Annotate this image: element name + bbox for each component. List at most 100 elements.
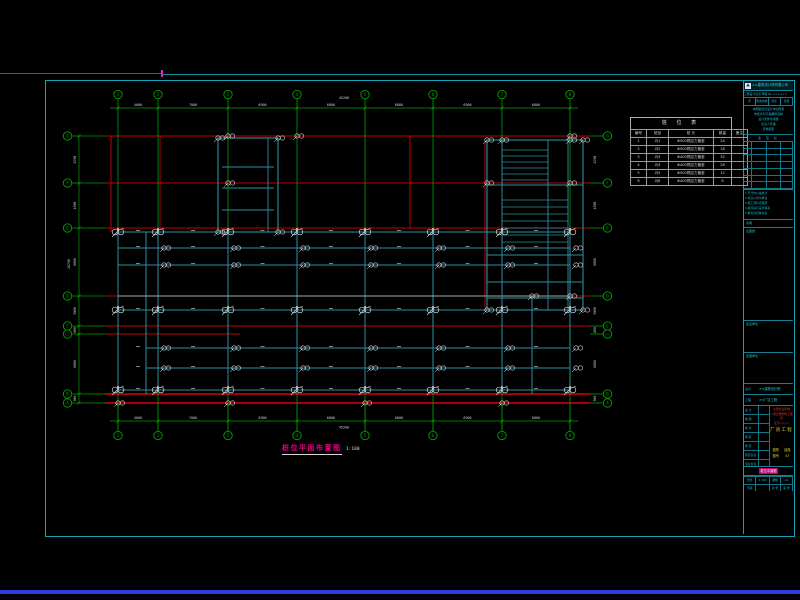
pile-table-grid: 编号桩径桩 长数量备注 1ZJ1Φ500预应力管桩242ZJ2Φ500预应力管桩… <box>630 129 748 186</box>
role-signature-cell <box>758 406 769 414</box>
role-label: 专业负责 <box>744 460 758 467</box>
scale-date-grid: 比例1:100图幅A1日期共 张第 张 <box>744 476 793 491</box>
svg-text:4700: 4700 <box>593 156 597 164</box>
pile-table-row: 4ZJ4Φ400预应力管桩26 <box>631 162 748 170</box>
scale-date-cell: 第 张 <box>781 484 793 492</box>
stamp-red-line: 证号×××× <box>770 421 793 426</box>
sign-grid-cell <box>767 176 781 183</box>
pile-table-header-row: 编号桩径桩 长数量备注 <box>631 130 748 138</box>
pile-table-cell: 8 <box>714 178 732 186</box>
role-label: 制 图 <box>744 415 758 423</box>
pile-table-cell: 18 <box>714 146 732 154</box>
role-row: 专业负责 <box>744 460 769 467</box>
scale-date-cell: 日期 <box>744 484 756 492</box>
role-row: 项目负责 <box>744 451 769 460</box>
pile-table-cell: Φ500预应力管桩 <box>669 170 714 178</box>
svg-text:6800: 6800 <box>395 416 403 420</box>
project-value: ××厂区工程 <box>759 398 793 402</box>
design-unit-value: ××建筑设计院 <box>759 387 793 391</box>
sign-grid-cell <box>767 142 781 149</box>
svg-text:6800: 6800 <box>532 416 540 420</box>
title-block-logo-row: ▲ ××建筑设计院有限公司 <box>744 81 793 91</box>
sign-grid-cell <box>781 169 793 176</box>
sign-grid-cell <box>744 176 752 183</box>
sign-grid-cell <box>752 176 767 183</box>
sign-grid-cell <box>752 182 767 189</box>
axis-lines-red <box>105 136 590 403</box>
pile-table-cell: 1 <box>631 138 647 146</box>
role-row: 校 对 <box>744 424 769 433</box>
pile-table-title: 桩 位 表 <box>630 117 732 129</box>
stamp-cell-2-label: 建设单位 <box>746 322 758 326</box>
svg-text:6800: 6800 <box>327 103 335 107</box>
role-signature-cell <box>758 460 769 467</box>
cad-canvas[interactable]: 4000700069006800680069006800452004000700… <box>0 0 800 600</box>
pile-markers <box>112 134 590 407</box>
svg-text:6900: 6900 <box>258 103 266 107</box>
role-signature-cell <box>758 433 769 441</box>
svg-text:6000: 6000 <box>73 360 77 368</box>
sign-grid-cell <box>767 155 781 162</box>
project-vertical-yellow: 厂房工程 <box>770 429 793 447</box>
sign-bar-label: 会 签 栏 <box>744 135 793 142</box>
svg-text:6800: 6800 <box>532 103 540 107</box>
title-block: ▲ ××建筑设计院有限公司 工程设计证书 甲级 No.×××××× 序修改内容签… <box>744 81 793 534</box>
pile-table-header-cell: 数量 <box>714 130 732 138</box>
pile-table-cell: 5 <box>631 170 647 178</box>
sign-grid-cell <box>781 142 793 149</box>
svg-text:6900: 6900 <box>463 416 471 420</box>
sign-grid-cell <box>781 176 793 183</box>
svg-text:6900: 6900 <box>463 103 471 107</box>
scale-date-cell: 共 张 <box>770 484 781 492</box>
pile-table-header-cell: 编号 <box>631 130 647 138</box>
role-row: 设 计 <box>744 406 769 415</box>
pile-table-cell: Φ500预应力管桩 <box>669 138 714 146</box>
company-logo-icon: ▲ <box>745 83 751 89</box>
dimension-bottom: 400070006900680068006900680045200 <box>110 404 578 431</box>
stamp-cell-2: 建设单位 <box>744 321 793 353</box>
pile-schedule-table: 桩 位 表 编号桩径桩 长数量备注 1ZJ1Φ500预应力管桩242ZJ2Φ50… <box>630 117 732 186</box>
sign-grid-cell <box>744 142 752 149</box>
signature-core: 设 计制 图校 对审 核审 定项目负责专业负责 注册执业印章一级注册结构工程师证… <box>744 406 793 467</box>
role-signature-cell <box>758 442 769 450</box>
stamp-cell-1: 出图章 <box>744 228 793 321</box>
role-label: 项目负责 <box>744 451 758 459</box>
pile-table-cell: 4 <box>631 162 647 170</box>
role-label: 校 对 <box>744 424 758 432</box>
revision-header-row: 序修改内容签名日期 <box>744 98 793 106</box>
stamp-red-line: 注册执业印章 <box>770 407 793 412</box>
sign-grid-cell <box>752 162 767 169</box>
scale-date-cell: 1:100 <box>756 476 770 484</box>
pile-table-cell: 3 <box>631 154 647 162</box>
scale-date-cell: A1 <box>781 476 793 484</box>
pile-table-cell: 6 <box>631 178 647 186</box>
sign-grid-cell <box>752 142 767 149</box>
svg-text:45200: 45200 <box>339 426 349 430</box>
pile-table-cell: ZJ4 <box>647 162 669 170</box>
role-signature-cell <box>758 415 769 423</box>
pile-table-cell: ZJ1 <box>647 138 669 146</box>
project-label: 工程 <box>744 398 759 402</box>
svg-text:1/C: 1/C <box>605 332 610 336</box>
svg-text:6800: 6800 <box>395 103 403 107</box>
scale-date-cell <box>756 484 770 492</box>
stamp-cell-1-label: 出图章 <box>746 229 755 233</box>
registration-stamp-red: 注册执业印章一级注册结构工程师证号×××× <box>770 406 793 429</box>
sign-grid-cell <box>767 169 781 176</box>
drawing-title: 桩位平面布置图 <box>282 443 342 455</box>
design-unit-row: 设计 ××建筑设计院 <box>744 384 793 395</box>
role-signature-cell <box>758 451 769 459</box>
drawing-name-highlight-cell: 桩位平面图 <box>744 467 793 476</box>
svg-text:4500: 4500 <box>73 202 77 210</box>
pile-table-header-cell: 桩 长 <box>669 130 714 138</box>
sign-grid-cell <box>781 149 793 156</box>
sheet-number-rows: 图别结施图号03 <box>770 447 793 459</box>
sign-grid-cell <box>781 155 793 162</box>
role-label: 设 计 <box>744 406 758 414</box>
bottom-blue-bar <box>0 590 800 594</box>
svg-text:6800: 6800 <box>593 258 597 266</box>
stamp-red-line: 一级注册结构工程师 <box>770 412 793 421</box>
pile-table-cell: 24 <box>714 138 732 146</box>
role-signature-cell <box>758 424 769 432</box>
note-line: 5.桩位详见桩位表 <box>745 211 792 216</box>
